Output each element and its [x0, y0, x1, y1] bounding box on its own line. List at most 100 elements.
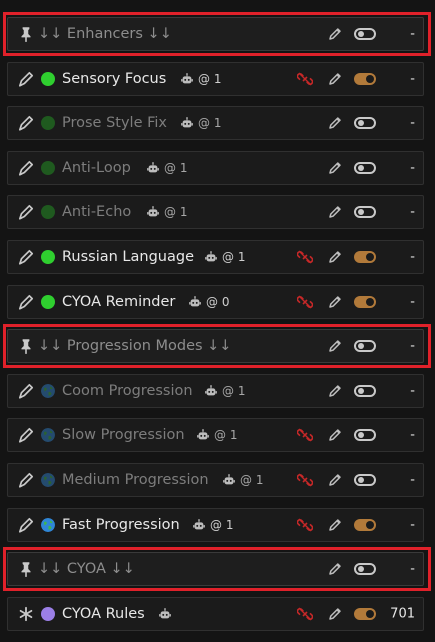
prompt-name: Anti-Echo [62, 204, 132, 221]
enable-toggle[interactable] [354, 563, 376, 576]
enable-toggle[interactable] [354, 72, 376, 85]
robot-icon [193, 518, 205, 529]
drag-handle-icon[interactable] [17, 471, 35, 489]
prompt-row[interactable]: CYOA Rules 701 [7, 596, 424, 631]
edit-pencil-icon[interactable] [327, 517, 343, 533]
token-count: - [410, 249, 415, 265]
status-dot [41, 294, 55, 309]
prompt-row[interactable]: Slow Progression @ 1 - [7, 418, 424, 453]
toggle-knob [358, 432, 364, 439]
status-dot [41, 250, 55, 264]
prompt-name: Fast Progression [62, 516, 180, 533]
edit-pencil-icon[interactable] [327, 26, 343, 42]
edit-pencil-icon[interactable] [327, 383, 343, 399]
unlink-icon[interactable] [297, 517, 313, 533]
prompt-row[interactable]: Prose Style Fix @ 1 - [7, 106, 424, 141]
enable-toggle[interactable] [354, 474, 376, 486]
drag-handle-icon[interactable] [17, 114, 35, 132]
unlink-icon[interactable] [297, 427, 313, 443]
unlink-icon[interactable] [297, 606, 313, 622]
edit-pencil-icon[interactable] [327, 472, 343, 488]
prompt-row[interactable]: Sensory Focus @ 1 - [7, 61, 424, 96]
edit-pencil-icon[interactable] [327, 249, 343, 265]
prompt-row[interactable]: Russian Language @ 1 - [7, 240, 424, 274]
role-indicator: @ 0 [188, 295, 229, 309]
asterisk-icon[interactable] [17, 605, 35, 623]
edit-pencil-icon[interactable] [327, 71, 343, 87]
injection-depth: @ 1 [164, 160, 188, 175]
enable-toggle[interactable] [354, 384, 376, 397]
token-count: - [410, 26, 415, 42]
enable-toggle[interactable] [354, 117, 376, 130]
section-header-row[interactable]: ↓↓ Enhancers ↓↓ - [7, 17, 424, 51]
prompt-row[interactable]: Anti-Loop @ 1 - [7, 150, 424, 185]
prompt-row[interactable]: CYOA Reminder @ 0 - [7, 284, 424, 319]
token-count: - [410, 517, 415, 533]
edit-pencil-icon[interactable] [327, 204, 343, 220]
drag-handle-icon[interactable] [17, 248, 35, 266]
token-count: - [410, 115, 415, 131]
token-count: - [410, 294, 415, 310]
drag-handle-icon[interactable] [17, 382, 35, 400]
drag-handle-icon[interactable] [17, 516, 35, 534]
enable-toggle[interactable] [354, 161, 376, 174]
enable-toggle[interactable] [354, 607, 376, 620]
edit-pencil-icon[interactable] [327, 115, 343, 131]
toggle-knob [366, 253, 374, 261]
unlink-icon[interactable] [297, 294, 313, 310]
prompt-name: Russian Language [62, 249, 194, 265]
drag-handle-icon[interactable] [17, 426, 35, 444]
status-dot [41, 71, 55, 86]
robot-icon [159, 607, 171, 619]
prompt-row[interactable]: Anti-Echo @ 1 - [7, 195, 424, 230]
robot-icon [147, 206, 159, 217]
unlink-icon[interactable] [297, 249, 313, 265]
role-indicator: @ 1 [180, 72, 221, 86]
role-indicator: @ 1 [204, 384, 245, 398]
drag-handle-icon[interactable] [17, 293, 35, 311]
drag-handle-icon[interactable] [17, 70, 35, 88]
edit-pencil-icon[interactable] [327, 606, 343, 622]
prompt-name: Coom Progression [62, 382, 193, 399]
toggle-knob [358, 387, 364, 394]
edit-pencil-icon[interactable] [327, 561, 343, 577]
section-header-row[interactable]: ↓↓ Progression Modes ↓↓ - [7, 329, 424, 364]
toggle-knob [366, 297, 374, 306]
edit-pencil-icon[interactable] [327, 160, 343, 176]
injection-depth: @ 0 [206, 294, 230, 309]
enable-toggle[interactable] [354, 518, 376, 531]
edit-pencil-icon[interactable] [327, 294, 343, 310]
token-count: - [410, 71, 415, 87]
status-dot [41, 606, 55, 621]
pin-icon [21, 27, 31, 42]
edit-pencil-icon[interactable] [327, 338, 343, 354]
section-header-row[interactable]: ↓↓ CYOA ↓↓ - [7, 552, 424, 587]
drag-handle-icon[interactable] [17, 203, 35, 221]
drag-handle-icon[interactable] [17, 159, 35, 177]
prompt-row[interactable]: Medium Progression @ 1 - [7, 463, 424, 497]
prompt-row[interactable]: Coom Progression @ 1 - [7, 373, 424, 408]
unlink-icon[interactable] [297, 71, 313, 87]
unlink-icon[interactable] [297, 472, 313, 488]
enable-toggle[interactable] [354, 251, 376, 263]
status-dot [41, 160, 55, 175]
prompt-name: ↓↓ Enhancers ↓↓ [38, 26, 172, 42]
enable-toggle[interactable] [354, 340, 376, 353]
prompt-name: CYOA Reminder [62, 293, 176, 310]
token-count: - [410, 561, 415, 577]
robot-icon [205, 384, 217, 396]
enable-toggle[interactable] [354, 28, 376, 40]
edit-pencil-icon[interactable] [327, 427, 343, 443]
toggle-knob [366, 520, 374, 529]
enable-toggle[interactable] [354, 206, 376, 219]
injection-depth: @ 1 [198, 116, 222, 131]
enable-toggle[interactable] [354, 429, 376, 442]
pin-icon [21, 339, 31, 355]
prompt-row[interactable]: Fast Progression @ 1 - [7, 507, 424, 542]
enable-toggle[interactable] [354, 295, 376, 308]
robot-icon [147, 161, 159, 173]
toggle-knob [366, 74, 374, 83]
pin-icon [21, 562, 31, 578]
toggle-knob [358, 477, 364, 483]
injection-depth: @ 1 [214, 428, 238, 443]
